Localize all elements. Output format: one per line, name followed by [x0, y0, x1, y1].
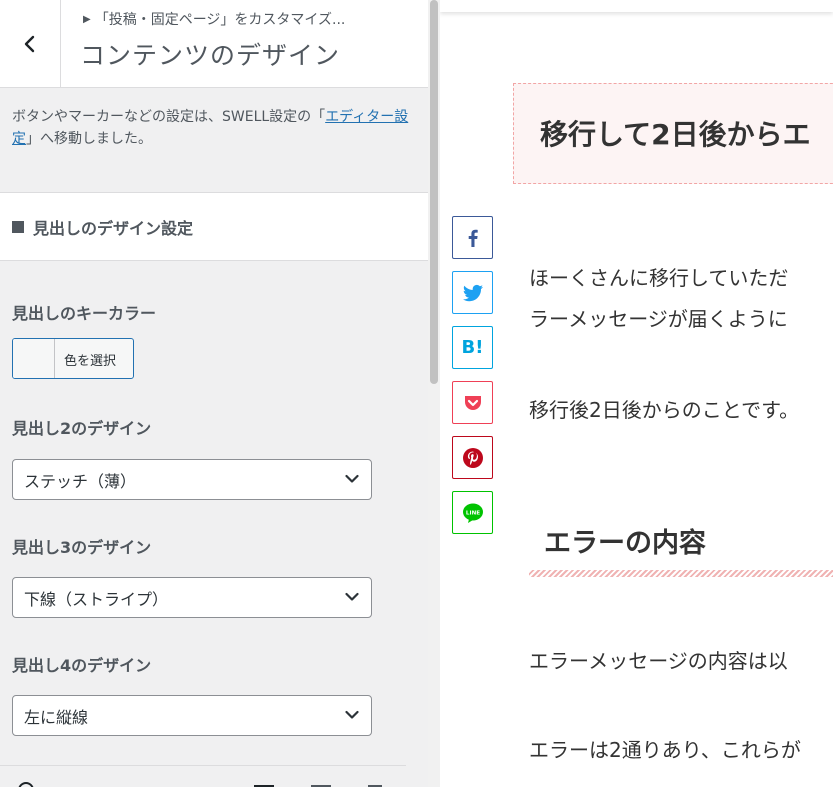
breadcrumb-triangle-icon: ▶: [83, 14, 91, 25]
h2-design-label: 見出し2のデザイン: [12, 419, 152, 438]
twitter-share-button[interactable]: [452, 271, 493, 314]
paragraph-2: 移行後2日後からのことです。: [529, 398, 800, 422]
pocket-share-button[interactable]: [452, 381, 493, 424]
notice-text-after: 」へ移動しました。: [26, 131, 152, 147]
h4-design-select[interactable]: 左に縦線: [12, 695, 372, 736]
panel-title: コンテンツのデザイン: [80, 41, 341, 70]
pocket-icon: [464, 395, 481, 410]
chevron-down-icon: [345, 710, 359, 719]
line-share-button[interactable]: LINE: [452, 491, 493, 534]
facebook-share-button[interactable]: [452, 216, 493, 259]
h4-design-value: 左に縦線: [24, 707, 89, 727]
line-icon-label: LINE: [465, 510, 479, 516]
hatena-share-button[interactable]: B!: [452, 326, 493, 369]
section-heading: 見出しのデザイン設定: [0, 192, 428, 261]
back-arrow-icon: [24, 35, 35, 53]
settings-notice: ボタンやマーカーなどの設定は、SWELL設定の「エディター設定」へ移動しました。: [12, 106, 412, 150]
h2-design-select[interactable]: ステッチ（薄）: [12, 459, 372, 500]
customizer-footer: [0, 765, 406, 787]
select-color-button-label: 色を選択: [64, 354, 117, 369]
paragraph-4: エラーは2通りあり、これらが: [529, 738, 801, 762]
h3-heading: エラーの内容: [544, 528, 706, 559]
scrollbar-thumb[interactable]: [430, 0, 438, 384]
breadcrumb-text: 「投稿・固定ページ」をカスタマイズ...: [94, 12, 346, 28]
section-heading-text: 見出しのデザイン設定: [33, 218, 194, 238]
select-color-button[interactable]: 色を選択: [12, 338, 134, 379]
breadcrumb: ▶ 「投稿・固定ページ」をカスタマイズ...: [83, 9, 345, 29]
facebook-icon: [468, 229, 478, 247]
paragraph-1-line-1: ほーくさんに移行していただ: [529, 266, 789, 290]
site-preview: 移行して2日後からエ B! LINE ほーくさんに移行していただ ラーメッセージ…: [440, 0, 833, 787]
twitter-icon: [462, 284, 483, 301]
preview-top-bar: [440, 0, 833, 12]
chevron-down-icon: [345, 592, 359, 601]
h2-heading: 移行して2日後からエ: [540, 118, 811, 151]
h3-design-value: 下線（ストライプ）: [24, 589, 169, 609]
customizer-sidebar: ▶ 「投稿・固定ページ」をカスタマイズ... コンテンツのデザイン ボタンやマーカ…: [0, 0, 428, 787]
h2-heading-box: 移行して2日後からエ: [513, 83, 833, 184]
pinterest-icon: [462, 447, 483, 468]
back-button[interactable]: [0, 0, 61, 88]
notice-text-before: ボタンやマーカーなどの設定は、SWELL設定の「: [12, 109, 326, 125]
square-bullet-icon: [12, 220, 24, 233]
color-swatch: [13, 339, 55, 378]
panel-header: ▶ 「投稿・固定ページ」をカスタマイズ... コンテンツのデザイン: [0, 0, 428, 88]
chevron-down-icon: [345, 474, 359, 483]
h3-stripe-underline: [529, 570, 833, 577]
h3-design-label: 見出し3のデザイン: [12, 538, 152, 557]
h4-design-label: 見出し4のデザイン: [12, 656, 152, 675]
hide-controls-icon[interactable]: [18, 782, 34, 787]
key-color-label: 見出しのキーカラー: [12, 304, 157, 323]
h3-design-select[interactable]: 下線（ストライプ）: [12, 577, 372, 618]
line-icon: LINE: [462, 503, 483, 523]
pinterest-share-button[interactable]: [452, 436, 493, 479]
h2-design-value: ステッチ（薄）: [24, 471, 137, 491]
paragraph-3: エラーメッセージの内容は以: [529, 649, 788, 673]
sidebar-scrollbar[interactable]: [428, 0, 440, 787]
paragraph-1-line-2: ラーメッセージが届くように: [529, 307, 788, 331]
hatena-icon: B!: [461, 337, 484, 358]
